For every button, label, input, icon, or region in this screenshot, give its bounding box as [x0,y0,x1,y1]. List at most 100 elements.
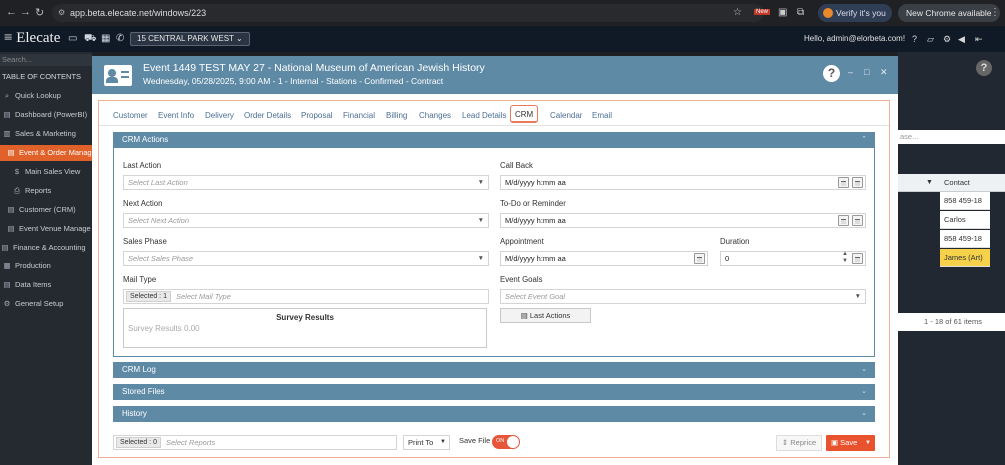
calendar-icon[interactable] [694,253,705,264]
star-icon[interactable]: ☆ [733,7,742,18]
last-action-select[interactable]: Select Last Action ▼ [123,175,489,190]
section-title: Stored Files [122,387,165,396]
megaphone-icon[interactable]: ◀ [958,34,965,45]
sidebar-item-data-items[interactable]: ▤ Data Items [0,277,92,293]
folder-icon[interactable]: ▭ [68,33,77,44]
sidebar-item-quick-lookup[interactable]: ⌕ Quick Lookup [0,88,92,104]
help-icon[interactable]: ? [912,34,917,44]
location-select[interactable]: 15 CENTRAL PARK WEST ⌄ [130,32,250,46]
clock-icon[interactable] [852,253,863,264]
grid-cell[interactable]: 858 459-18 [940,192,990,210]
crm-actions-header[interactable]: CRM Actions ⌃ [113,132,875,148]
sidebar-item-event-order[interactable]: ▤ Event & Order Manag [0,145,92,161]
calendar-icon[interactable] [838,215,849,226]
tab-changes[interactable]: Changes [419,107,451,125]
tab-billing[interactable]: Billing [386,107,407,125]
print-to-label: Print To [408,438,434,447]
reports-multiselect[interactable]: Selected : 0 Select Reports [113,435,397,450]
last-actions-button[interactable]: ▤ Last Actions [500,308,591,323]
spinner-icon[interactable]: ▲ ▼ [842,251,848,265]
tab-delivery[interactable]: Delivery [205,107,234,125]
tab-customer[interactable]: Customer [113,107,148,125]
address-bar[interactable]: ⚙ app.beta.elecate.net/windows/223 [52,4,764,22]
phone-icon[interactable]: ✆ [116,33,124,44]
tab-lead-details[interactable]: Lead Details [462,107,506,125]
grid-cell[interactable]: Carlos [940,211,990,229]
crm-log-header[interactable]: CRM Log ⌄ [113,362,875,378]
clock-icon[interactable] [852,215,863,226]
save-file-toggle[interactable]: ON [492,435,520,449]
tab-calendar[interactable]: Calendar [550,107,582,125]
toggle-knob [507,436,519,448]
tab-email[interactable]: Email [592,107,612,125]
mail-type-chip[interactable]: Selected : 1 [126,291,171,302]
sidebar-item-dashboard[interactable]: ▤ Dashboard (PowerBI) [0,107,92,123]
new-badge[interactable]: New [754,9,771,15]
sidebar-item-venue[interactable]: ▤ Event Venue Manage [0,221,92,237]
close-icon[interactable]: ✕ [880,67,888,78]
settings-icon[interactable]: ⚙ [943,34,951,45]
verify-button[interactable]: Verify it's you [818,4,892,22]
event-goals-select[interactable]: Select Event Goal ▼ [500,289,866,304]
search-icon: ⌕ [4,91,10,100]
tab-financial[interactable]: Financial [343,107,375,125]
clock-icon[interactable] [852,177,863,188]
help-icon[interactable]: ? [823,65,840,82]
help-circle-icon[interactable]: ? [976,60,992,76]
minimize-icon[interactable]: – [848,67,853,77]
collapse-icon[interactable]: ⇤ [975,34,983,45]
reports-chip[interactable]: Selected : 0 [116,437,161,448]
sidebar-item-customer-crm[interactable]: ▤ Customer (CRM) [0,202,92,218]
maximize-icon[interactable]: □ [864,67,869,77]
sidebar-item-production[interactable]: ▦ Production [0,258,92,274]
back-icon[interactable]: ← [6,6,17,18]
forward-icon[interactable]: → [20,6,31,18]
stored-files-header[interactable]: Stored Files ⌄ [113,384,875,400]
reload-icon[interactable]: ↻ [35,6,44,19]
todo-datetime[interactable]: M/d/yyyy h:mm aa [500,213,866,228]
sidebar-item-sales-marketing[interactable]: ▥ Sales & Marketing [0,126,92,142]
appointment-datetime[interactable]: M/d/yyyy h:mm aa [500,251,708,266]
print-to-select[interactable]: Print To ▼ [403,435,450,450]
puzzle-icon[interactable]: ⧉ [797,7,804,18]
sidebar-item-main-sales-view[interactable]: $ Main Sales View [0,164,92,180]
site-info-icon[interactable]: ⚙ [58,4,65,22]
sidebar-item-general-setup[interactable]: ⚙ General Setup [0,296,92,312]
reprice-button[interactable]: ⇕ Reprice [776,435,822,451]
call-back-datetime[interactable]: M/d/yyyy h:mm aa [500,175,866,190]
sidebar-item-reports[interactable]: ⎙ Reports [0,183,92,199]
app-logo[interactable]: ≡ Elecate [4,30,60,47]
mail-type-multiselect[interactable]: Selected : 1 Select Mail Type [123,289,489,304]
sales-phase-select[interactable]: Select Sales Phase ▼ [123,251,489,266]
section-title: CRM Actions [122,135,169,144]
tab-order-details[interactable]: Order Details [244,107,291,125]
grid-column-contact[interactable]: Contact [944,178,970,187]
caret-down-icon[interactable]: ▼ [865,435,871,451]
tab-crm[interactable]: CRM [510,105,539,123]
grid-cell[interactable]: James (Art) [940,249,990,267]
sidebar-item-finance[interactable]: ▤ Finance & Accounting [0,240,92,256]
extension-icon[interactable]: ▣ [778,7,787,18]
next-action-select[interactable]: Select Next Action ▼ [123,213,489,228]
building-icon[interactable]: ▦ [101,33,110,44]
save-button[interactable]: ▣ Save ▼ [826,435,875,451]
sales-icon: ▥ [3,129,11,138]
duration-input[interactable]: 0 ▲ ▼ [720,251,866,266]
truck-icon[interactable]: ⛟ [84,33,97,46]
folder-open-icon[interactable]: ▱ [927,34,934,45]
calendar-icon[interactable] [838,177,849,188]
contact-card-icon [104,65,132,86]
call-back-label: Call Back [500,161,533,170]
grid-cell[interactable]: 858 459-18 [940,230,990,248]
reports-placeholder: Select Reports [166,438,216,447]
profile-icon [823,8,833,18]
sales-phase-label: Sales Phase [123,237,167,246]
history-header[interactable]: History ⌄ [113,406,875,422]
customer-icon: ▤ [7,205,15,214]
update-button[interactable]: New Chrome available [898,4,1000,22]
tab-proposal[interactable]: Proposal [301,107,333,125]
menu-dots-icon[interactable]: ⋮ [990,7,1000,18]
sidebar-search-input[interactable]: Search... [0,54,92,66]
tab-event-info[interactable]: Event Info [158,107,194,125]
filter-icon[interactable]: ▼ [926,179,933,186]
